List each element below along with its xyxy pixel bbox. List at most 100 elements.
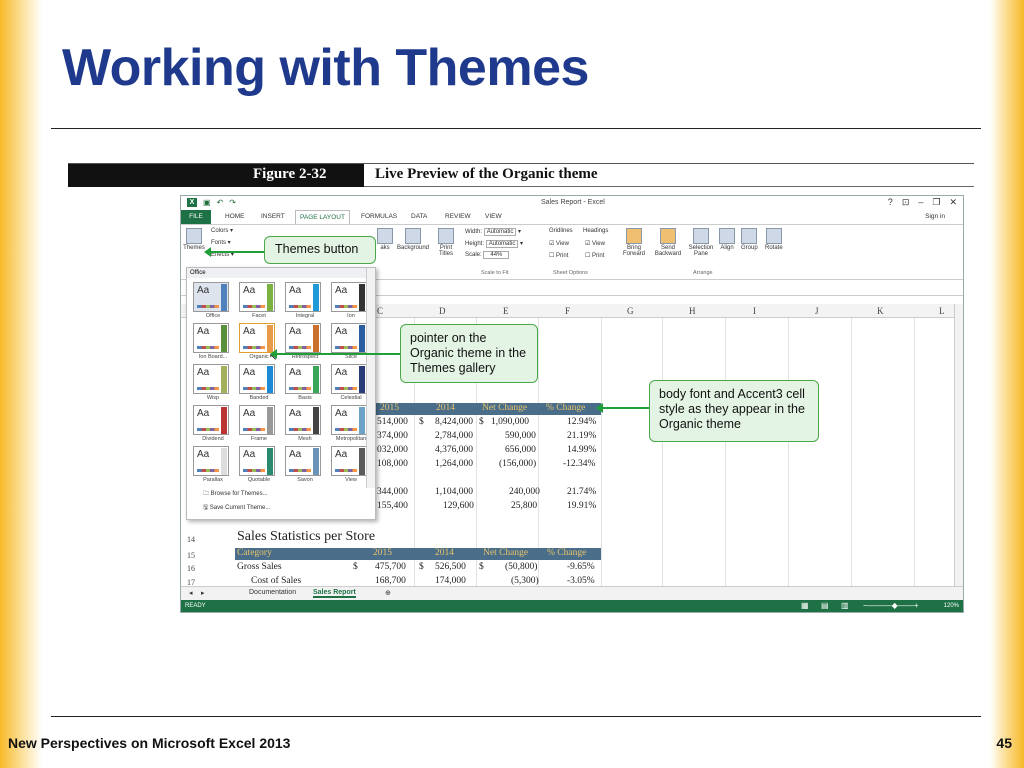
theme-thumbnail[interactable]: Aa: [193, 405, 229, 435]
cell[interactable]: -12.34%: [563, 459, 595, 469]
cell[interactable]: 19.91%: [567, 501, 596, 511]
align-button[interactable]: Align: [719, 228, 735, 251]
close-icon[interactable]: ✕: [949, 197, 957, 208]
cell[interactable]: 2,784,000: [435, 431, 473, 441]
cell[interactable]: 14.99%: [567, 445, 596, 455]
theme-thumbnail[interactable]: Aa: [239, 446, 275, 476]
theme-thumbnail[interactable]: Aa: [193, 364, 229, 394]
page-break-view-icon[interactable]: ▥: [841, 601, 849, 610]
col-header-g[interactable]: G: [627, 306, 634, 316]
col-header-c[interactable]: C: [377, 306, 383, 316]
theme-thumbnail[interactable]: Aa: [285, 282, 321, 312]
rotate-button[interactable]: Rotate: [765, 228, 783, 251]
cell[interactable]: 656,000: [505, 445, 536, 455]
cell[interactable]: 032,000: [377, 445, 408, 455]
sheet-tab-documentation[interactable]: Documentation: [249, 589, 296, 596]
ribbon-display-icon[interactable]: ⊡: [902, 197, 910, 208]
cell[interactable]: (156,000): [499, 459, 536, 469]
col-header-h[interactable]: H: [689, 306, 696, 316]
cell[interactable]: 25,800: [511, 501, 537, 511]
width-control[interactable]: Width: Automatic ▾: [465, 228, 521, 236]
breaks-button[interactable]: aks: [377, 228, 393, 251]
cell[interactable]: 514,000: [377, 417, 408, 427]
cell[interactable]: 1,264,000: [435, 459, 473, 469]
cell[interactable]: 8,424,000: [435, 417, 473, 427]
cell[interactable]: -3.05%: [567, 576, 595, 586]
group-button[interactable]: Group: [741, 228, 758, 251]
theme-thumbnail[interactable]: Aa: [331, 446, 367, 476]
cell[interactable]: 240,000: [509, 487, 540, 497]
cell[interactable]: 344,000: [377, 487, 408, 497]
browse-themes-item[interactable]: 🗀 Browse for Themes...: [203, 489, 268, 499]
gridlines-print-checkbox[interactable]: ☐ Print: [549, 252, 568, 259]
gridlines-view-checkbox[interactable]: ☑ View: [549, 240, 569, 247]
cell[interactable]: 168,700: [375, 576, 406, 586]
page-layout-view-icon[interactable]: ▤: [821, 601, 829, 610]
headings-print-checkbox[interactable]: ☐ Print: [585, 252, 604, 259]
theme-thumbnail[interactable]: Aa: [193, 446, 229, 476]
theme-thumbnail[interactable]: Aa: [285, 446, 321, 476]
cell[interactable]: 1,104,000: [435, 487, 473, 497]
theme-thumbnail[interactable]: Aa: [331, 364, 367, 394]
theme-thumbnail[interactable]: Aa: [285, 323, 321, 353]
sheet-nav-prev-icon[interactable]: ◂: [189, 589, 193, 597]
tab-home[interactable]: HOME: [225, 213, 245, 220]
cell[interactable]: 526,500: [435, 562, 466, 572]
col-header-j[interactable]: J: [815, 306, 819, 316]
cell[interactable]: 475,700: [375, 562, 406, 572]
save-theme-item[interactable]: 🖫 Save Current Theme...: [203, 503, 270, 513]
col-header-i[interactable]: I: [753, 306, 756, 316]
theme-thumbnail[interactable]: Aa: [239, 364, 275, 394]
cell[interactable]: (50,800): [505, 562, 537, 572]
cell[interactable]: (5,300): [511, 576, 539, 586]
scale-control[interactable]: Scale: 44%: [465, 251, 510, 259]
cell[interactable]: 174,000: [435, 576, 466, 586]
theme-thumbnail[interactable]: Aa: [239, 405, 275, 435]
new-sheet-icon[interactable]: ⊕: [385, 589, 391, 597]
theme-thumbnail[interactable]: Aa: [285, 405, 321, 435]
undo-icon[interactable]: ↶: [217, 198, 224, 207]
cell[interactable]: 155,400: [377, 501, 408, 511]
vertical-scrollbar[interactable]: [954, 304, 963, 588]
cell[interactable]: -9.65%: [567, 562, 595, 572]
theme-thumbnail[interactable]: Aa: [331, 282, 367, 312]
tab-formulas[interactable]: FORMULAS: [361, 213, 397, 220]
cell[interactable]: 374,000: [377, 431, 408, 441]
theme-thumbnail[interactable]: Aa: [285, 364, 321, 394]
theme-thumbnail[interactable]: Aa: [331, 405, 367, 435]
col-header-e[interactable]: E: [503, 306, 509, 316]
gallery-scrollbar[interactable]: [366, 268, 375, 488]
tab-file[interactable]: FILE: [181, 210, 211, 224]
cell[interactable]: 1,090,000: [491, 417, 529, 427]
help-icon[interactable]: ?: [888, 197, 893, 208]
cell[interactable]: 4,376,000: [435, 445, 473, 455]
zoom-slider[interactable]: −———◆——+: [863, 601, 919, 610]
theme-thumbnail[interactable]: Aa: [193, 323, 229, 353]
height-control[interactable]: Height: Automatic ▾: [465, 240, 523, 248]
col-header-k[interactable]: K: [877, 306, 884, 316]
background-button[interactable]: Background: [397, 228, 429, 251]
colors-button[interactable]: Colors ▾: [211, 227, 233, 234]
bring-forward-button[interactable]: Bring Forward: [619, 228, 649, 257]
cell[interactable]: 21.19%: [567, 431, 596, 441]
cell[interactable]: 12.94%: [567, 417, 596, 427]
cell[interactable]: 108,000: [377, 459, 408, 469]
tab-review[interactable]: REVIEW: [445, 213, 471, 220]
themes-ribbon-button[interactable]: Themes: [183, 228, 205, 251]
cell[interactable]: Cost of Sales: [251, 576, 301, 586]
col-header-f[interactable]: F: [565, 306, 570, 316]
tab-view[interactable]: VIEW: [485, 213, 502, 220]
tab-insert[interactable]: INSERT: [261, 213, 285, 220]
theme-thumbnail[interactable]: Aa: [193, 282, 229, 312]
row-header[interactable]: 16: [181, 564, 201, 573]
row-header-15[interactable]: 15: [181, 551, 201, 560]
zoom-level[interactable]: 120%: [944, 603, 959, 609]
send-backward-button[interactable]: Send Backward: [653, 228, 683, 257]
theme-thumbnail[interactable]: Aa: [331, 323, 367, 353]
section-title[interactable]: Sales Statistics per Store: [237, 529, 375, 545]
cell[interactable]: 21.74%: [567, 487, 596, 497]
print-titles-button[interactable]: Print Titles: [435, 228, 457, 257]
save-icon[interactable]: ▣: [203, 198, 211, 207]
sheet-nav-next-icon[interactable]: ▸: [201, 589, 205, 597]
minimize-icon[interactable]: –: [918, 197, 923, 208]
